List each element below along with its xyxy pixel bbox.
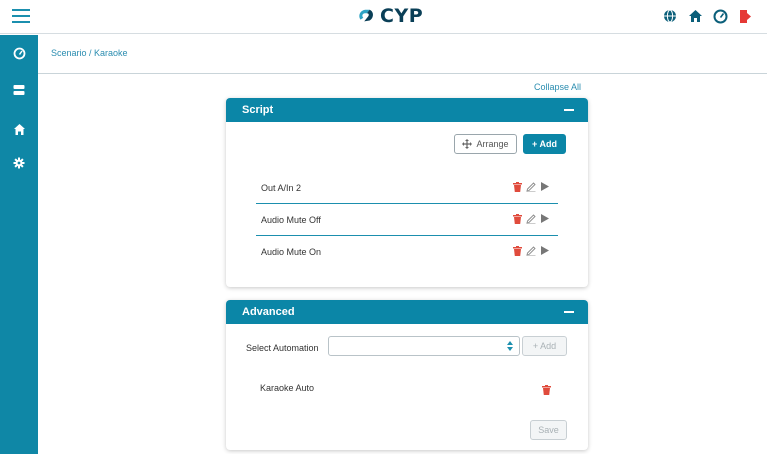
pencil-icon[interactable]	[526, 213, 536, 224]
gauge-icon[interactable]	[712, 8, 728, 24]
trash-icon[interactable]	[512, 181, 522, 192]
advanced-panel: Advanced Select Automation + Add Karaoke…	[226, 300, 588, 450]
move-icon	[462, 139, 473, 149]
advanced-panel-title: Advanced	[242, 306, 295, 318]
home-icon	[13, 123, 25, 135]
trash-icon[interactable]	[512, 213, 522, 224]
script-panel: Script Arrange + Add Out A/In 2 Audio Mu…	[226, 98, 588, 287]
sidebar-item-dashboard[interactable]	[0, 35, 38, 71]
trash-icon[interactable]	[512, 245, 522, 256]
brand-name: CYP	[380, 5, 424, 27]
cyp-logo-icon	[359, 9, 373, 22]
collapse-icon[interactable]	[564, 109, 574, 111]
gauge-icon	[13, 47, 25, 59]
arrange-label: Arrange	[476, 139, 509, 149]
arrange-button[interactable]: Arrange	[454, 134, 517, 154]
script-row[interactable]: Out A/In 2	[256, 172, 558, 204]
home-icon[interactable]	[687, 8, 703, 24]
pencil-icon[interactable]	[526, 181, 536, 192]
chevron-updown-icon	[507, 341, 513, 351]
top-bar: CYP	[0, 0, 767, 34]
globe-icon[interactable]	[662, 8, 678, 24]
advanced-panel-header[interactable]: Advanced	[226, 300, 588, 324]
add-automation-button[interactable]: + Add	[522, 336, 567, 356]
script-row[interactable]: Audio Mute On	[256, 236, 558, 268]
automation-item-label: Karaoke Auto	[260, 383, 315, 393]
play-icon[interactable]	[540, 181, 550, 192]
script-row-label: Audio Mute On	[261, 247, 322, 257]
logout-icon[interactable]	[737, 8, 753, 24]
script-row-label: Audio Mute Off	[261, 215, 321, 225]
collapse-all-link[interactable]: Collapse All	[534, 82, 581, 92]
gear-icon	[13, 157, 25, 169]
play-icon[interactable]	[540, 245, 550, 256]
select-automation-label: Select Automation	[246, 343, 319, 353]
breadcrumb-divider	[38, 73, 767, 74]
add-script-button[interactable]: + Add	[523, 134, 566, 154]
brand-logo: CYP	[357, 4, 423, 28]
sidebar-item-settings[interactable]	[0, 145, 38, 181]
save-button[interactable]: Save	[530, 420, 567, 440]
play-icon[interactable]	[540, 213, 550, 224]
trash-icon[interactable]	[542, 382, 552, 395]
sidebar-item-devices[interactable]	[0, 72, 38, 108]
pencil-icon[interactable]	[526, 245, 536, 256]
collapse-icon[interactable]	[564, 311, 574, 313]
sidebar	[0, 35, 38, 454]
server-icon	[13, 85, 25, 95]
menu-icon[interactable]	[12, 9, 30, 23]
breadcrumb[interactable]: Scenario / Karaoke	[51, 48, 128, 58]
script-panel-header[interactable]: Script	[226, 98, 588, 122]
script-row[interactable]: Audio Mute Off	[256, 204, 558, 236]
script-row-label: Out A/In 2	[261, 183, 302, 193]
script-panel-title: Script	[242, 104, 274, 116]
automation-select[interactable]	[328, 336, 520, 356]
sidebar-item-scenario[interactable]	[0, 111, 38, 147]
